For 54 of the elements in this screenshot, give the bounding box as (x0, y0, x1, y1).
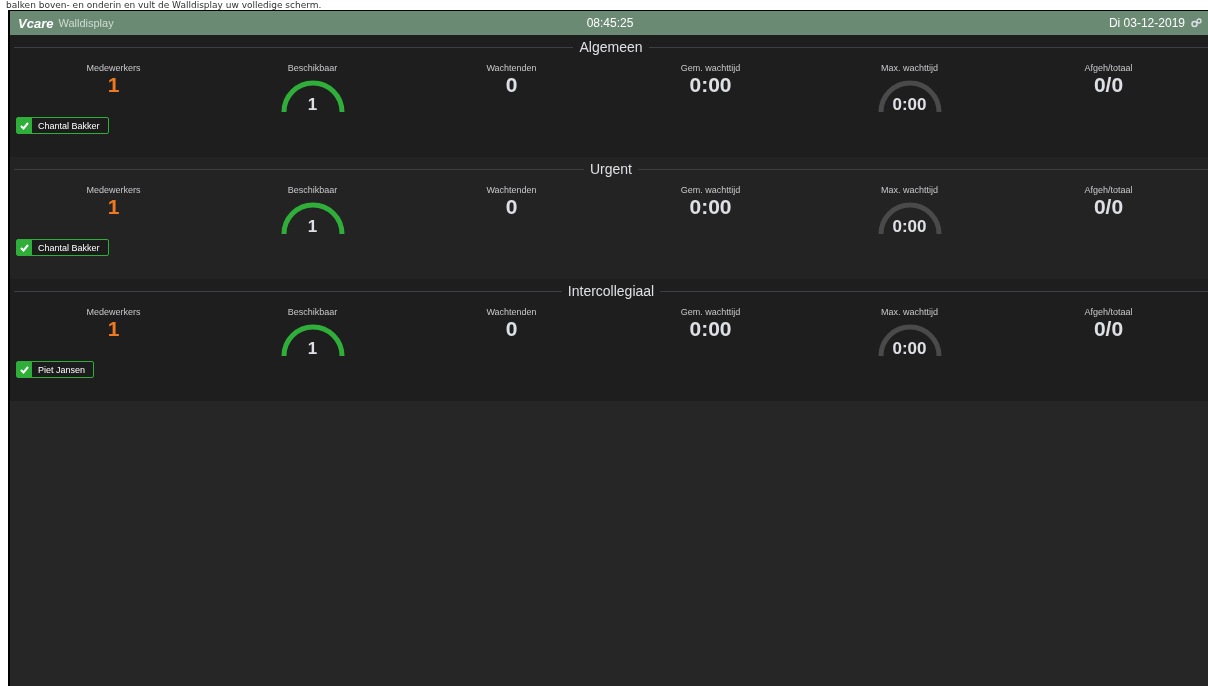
agent-tag: Chantal Bakker (16, 117, 109, 134)
check-icon (20, 365, 29, 374)
stat-value: 1 (107, 73, 120, 96)
stat-value: 0:00 (689, 195, 732, 218)
stat-label: Gem. wachttijd (680, 63, 741, 73)
stat-label: Afgeh/totaal (1084, 63, 1133, 73)
stat-label: Beschikbaar (287, 185, 338, 195)
clock-time: 08:45:25 (586, 16, 634, 30)
stat-value: 0/0 (1093, 317, 1124, 340)
caption-text: balken boven- en onderin en vult de Walldisplay uw volledige scherm. (6, 0, 322, 10)
stat-label: Medewerkers (86, 185, 141, 195)
checkbox[interactable] (17, 118, 32, 133)
stat-value: 0:00 (689, 317, 732, 340)
agent-tag: Piet Jansen (16, 361, 95, 378)
stat-value: 1 (107, 195, 120, 218)
stat-value: 1 (306, 95, 319, 115)
stat-value: 0/0 (1093, 195, 1124, 218)
stat-label: Afgeh/totaal (1084, 307, 1133, 317)
settings-icon[interactable] (1191, 18, 1202, 28)
stat-label: Afgeh/totaal (1084, 185, 1133, 195)
logo: Vcare (18, 15, 54, 31)
stat-label: Wachtenden (486, 307, 537, 317)
stat-label: Wachtenden (486, 63, 537, 73)
stat-value: 0:00 (891, 217, 928, 237)
stat-label: Max. wachttijd (881, 185, 938, 195)
stat-label: Gem. wachttijd (680, 307, 741, 317)
checkbox[interactable] (17, 240, 32, 255)
agent-tag: Chantal Bakker (16, 239, 109, 256)
stat-label: Beschikbaar (287, 307, 338, 317)
stat-label: Medewerkers (86, 63, 141, 73)
stat-label: Medewerkers (86, 307, 141, 317)
section-title: Algemeen (579, 39, 643, 55)
stat-value: 0:00 (689, 73, 732, 96)
app-name: Walldisplay (58, 17, 114, 29)
stat-value: 1 (107, 317, 120, 340)
stat-value: 0 (505, 195, 518, 218)
section-title: Intercollegiaal (567, 283, 655, 299)
stat-label: Wachtenden (486, 185, 537, 195)
checkbox[interactable] (17, 362, 32, 377)
date-text: Di 03-12-2019 (1108, 16, 1185, 30)
stat-value: 0:00 (891, 339, 928, 359)
stat-value: 1 (306, 339, 319, 359)
stat-label: Max. wachttijd (881, 307, 938, 317)
stat-value: 0 (505, 317, 518, 340)
section-title: Urgent (590, 161, 632, 177)
stat-value: 0 (505, 73, 518, 96)
stat-label: Beschikbaar (287, 63, 338, 73)
stat-label: Max. wachttijd (881, 63, 938, 73)
stat-value: 1 (306, 217, 319, 237)
check-icon (20, 121, 29, 130)
stat-label: Gem. wachttijd (680, 185, 741, 195)
check-icon (20, 243, 29, 252)
stat-value: 0:00 (891, 95, 928, 115)
stat-value: 0/0 (1093, 73, 1124, 96)
